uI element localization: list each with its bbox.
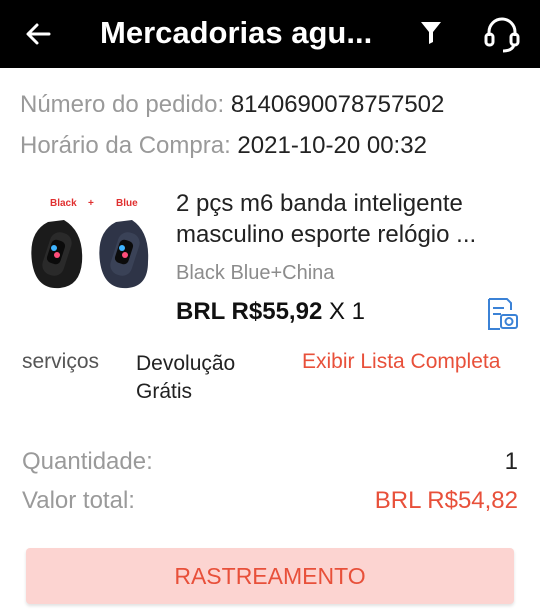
- total-value: BRL R$54,82: [374, 487, 518, 514]
- blue-band-image: [99, 220, 149, 289]
- receipt-photo-button[interactable]: [484, 296, 520, 332]
- order-number-label: Número do pedido:: [20, 91, 225, 118]
- order-number-value: 8140690078757502: [230, 91, 445, 118]
- services-label: serviços: [22, 350, 100, 373]
- back-arrow-icon: [26, 23, 51, 45]
- product-variant: Black Blue+China: [176, 262, 335, 284]
- product-title-line1: 2 pçs m6 banda inteligente: [176, 190, 463, 217]
- back-button[interactable]: [20, 16, 56, 52]
- page-title: Mercadorias agu...: [100, 15, 373, 50]
- top-app-bar: Mercadorias agu...: [0, 0, 540, 68]
- product-quantity: X 1: [328, 298, 365, 325]
- purchase-time-value: 2021-10-20 00:32: [237, 132, 427, 159]
- product-title-line2: masculino esporte relógio ...: [176, 221, 477, 248]
- services-value-line2: Grátis: [136, 380, 193, 403]
- product-image[interactable]: Black + Blue: [20, 192, 152, 302]
- image-label-plus: +: [88, 198, 94, 209]
- filter-button[interactable]: [414, 16, 448, 50]
- headset-icon: [484, 17, 520, 53]
- total-label: Valor total:: [22, 487, 135, 514]
- services-value: Devolução Grátis: [136, 350, 286, 406]
- price-row: BRL R$55,92 X 1: [176, 298, 365, 326]
- purchase-time-row: Horário da Compra: 2021-10-20 00:32: [20, 131, 427, 161]
- view-full-list-link[interactable]: Exibir Lista Completa: [302, 350, 500, 374]
- quantity-value: 1: [504, 448, 518, 475]
- purchase-time-label: Horário da Compra:: [20, 132, 231, 159]
- product-title[interactable]: 2 pçs m6 banda inteligente masculino esp…: [176, 188, 522, 250]
- support-button[interactable]: [480, 12, 524, 56]
- order-number-row: Número do pedido: 8140690078757502: [20, 90, 444, 120]
- quantity-label: Quantidade:: [22, 448, 153, 475]
- quantity-row: Quantidade: 1: [22, 447, 518, 477]
- image-label-blue: Blue: [116, 198, 138, 209]
- image-label-black: Black: [50, 198, 77, 209]
- product-price: BRL R$55,92: [176, 298, 323, 325]
- services-value-line1: Devolução: [136, 352, 236, 375]
- tracking-button[interactable]: RASTREAMENTO: [26, 548, 514, 604]
- receipt-camera-icon: [488, 298, 518, 330]
- total-row: Valor total: BRL R$54,82: [22, 486, 518, 516]
- black-band-image: [31, 220, 83, 289]
- filter-icon: [421, 22, 441, 44]
